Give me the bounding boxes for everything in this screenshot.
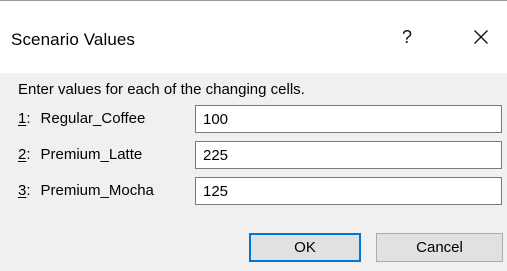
cancel-button[interactable]: Cancel — [376, 233, 503, 262]
close-icon — [474, 30, 488, 44]
dialog-title: Scenario Values — [11, 30, 136, 49]
changing-cell-label-1: 1: Regular_Coffee — [18, 110, 146, 127]
cell-name-1: Regular_Coffee — [40, 110, 146, 127]
changing-cell-row-2: 2: Premium_Latte — [18, 141, 502, 169]
changing-cell-row-1: 1: Regular_Coffee — [18, 105, 502, 133]
title-bar: Scenario Values ? — [0, 1, 507, 73]
cell-name-2: Premium_Latte — [40, 146, 143, 163]
help-icon: ? — [401, 26, 412, 47]
close-button[interactable] — [456, 19, 506, 55]
cell-value-input-2[interactable] — [195, 141, 502, 169]
changing-cell-label-2: 2: Premium_Latte — [18, 146, 143, 163]
help-button[interactable]: ? — [382, 19, 432, 55]
ok-button[interactable]: OK — [249, 233, 361, 262]
changing-cell-row-3: 3: Premium_Mocha — [18, 177, 502, 205]
scenario-values-dialog: Scenario Values ? Enter values for each … — [0, 0, 507, 271]
changing-cell-label-3: 3: Premium_Mocha — [18, 182, 154, 199]
cell-value-input-3[interactable] — [195, 177, 502, 205]
cell-name-3: Premium_Mocha — [40, 182, 154, 199]
cell-value-input-1[interactable] — [195, 105, 502, 133]
instruction-text: Enter values for each of the changing ce… — [18, 81, 305, 98]
